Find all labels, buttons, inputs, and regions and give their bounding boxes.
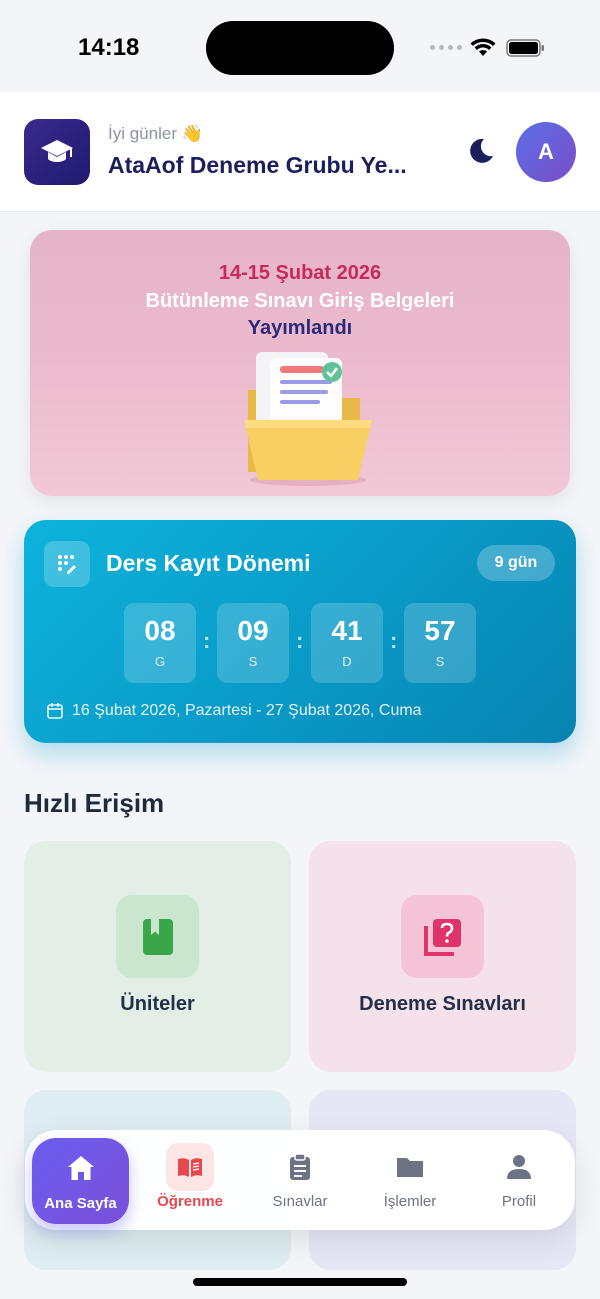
tile-units-label: Üniteler	[120, 993, 195, 1015]
nav-transactions[interactable]: İşlemler	[360, 1130, 460, 1230]
dark-mode-moon-icon[interactable]	[466, 136, 496, 166]
open-book-icon	[178, 1158, 202, 1177]
clipboard-icon	[290, 1153, 310, 1180]
nav-exams-label: Sınavlar	[272, 1193, 328, 1210]
nav-profile-label: Profil	[501, 1193, 537, 1210]
registration-date-range: 16 Şubat 2026, Pazartesi - 27 Şubat 2026…	[72, 702, 422, 719]
dialpad-edit-icon	[44, 541, 90, 587]
nav-learning[interactable]: Öğrenme	[140, 1130, 240, 1230]
countdown-seconds: 57 S	[404, 603, 476, 683]
calendar-icon	[47, 703, 63, 719]
folder-icon	[397, 1158, 423, 1177]
banner-headline: Bütünleme Sınavı Giriş Belgeleri	[145, 290, 455, 312]
banner-status: Yayımlandı	[247, 317, 353, 339]
wifi-icon	[470, 38, 496, 56]
quick-access-title: Hızlı Erişim	[24, 788, 165, 818]
countdown-separator: :	[390, 628, 398, 653]
tile-practice-exams[interactable]: Deneme Sınavları	[309, 841, 576, 1072]
countdown-separator: :	[203, 628, 211, 653]
registration-countdown-card[interactable]: Ders Kayıt Dönemi 9 gün 08 G : 09 S : 41…	[24, 520, 576, 743]
greeting-text: İyi günler 👋	[108, 124, 203, 143]
nav-exams[interactable]: Sınavlar	[250, 1130, 350, 1230]
home-indicator	[193, 1278, 407, 1286]
graduation-cap-logo-icon	[24, 119, 90, 185]
countdown-minutes: 41 D	[311, 603, 383, 683]
announcement-banner[interactable]: 14-15 Şubat 2026 Bütünleme Sınavı Giriş …	[30, 230, 570, 496]
countdown-title: Ders Kayıt Dönemi	[106, 550, 311, 576]
bottom-navigation: Ana Sayfa Öğrenme Sınavlar İşlemler Prof…	[25, 1130, 575, 1230]
book-icon	[116, 895, 199, 978]
countdown-days: 08 G	[124, 603, 196, 683]
nav-home-label: Ana Sayfa	[44, 1195, 117, 1212]
document-folder-illustration	[244, 352, 372, 486]
group-name[interactable]: AtaAof Deneme Grubu Ye...	[108, 152, 448, 179]
status-bar: 14:18	[0, 0, 600, 92]
tile-practice-exams-label: Deneme Sınavları	[359, 993, 526, 1015]
nav-transactions-label: İşlemler	[383, 1193, 437, 1210]
nav-profile[interactable]: Profil	[469, 1130, 569, 1230]
countdown-hours: 09 S	[217, 603, 289, 683]
tile-units[interactable]: Üniteler	[24, 841, 291, 1072]
nav-home[interactable]: Ana Sayfa	[32, 1138, 129, 1224]
countdown-separator: :	[296, 628, 304, 653]
cellular-signal-icon	[430, 45, 462, 50]
app-header: İyi günler 👋 AtaAof Deneme Grubu Ye... A	[0, 92, 600, 212]
dynamic-island	[206, 21, 394, 75]
banner-date: 14-15 Şubat 2026	[218, 262, 382, 284]
home-icon	[68, 1156, 94, 1180]
status-time: 14:18	[78, 34, 140, 61]
quiz-icon	[401, 895, 484, 978]
nav-learning-label: Öğrenme	[157, 1193, 223, 1210]
avatar[interactable]: A	[516, 122, 576, 182]
days-left-badge: 9 gün	[477, 545, 555, 581]
battery-icon	[506, 39, 544, 57]
person-icon	[507, 1155, 531, 1179]
